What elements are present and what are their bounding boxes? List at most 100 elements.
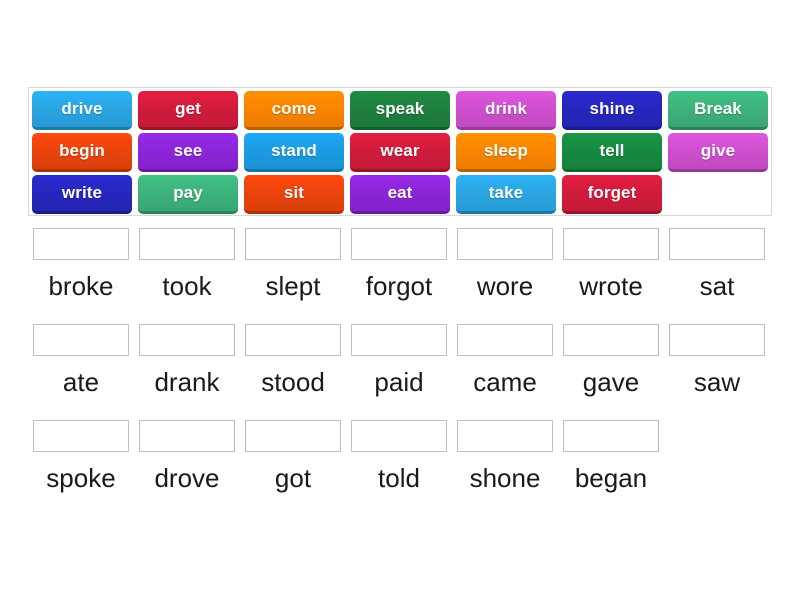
word-tile-label: sit (283, 183, 305, 202)
word-tile-label: speak (375, 99, 425, 118)
answer-label: got (274, 463, 312, 493)
answer-cell: took (134, 228, 240, 324)
answer-cell: broke (28, 228, 134, 324)
answer-cell: stood (240, 324, 346, 420)
word-tile[interactable]: take (456, 175, 556, 214)
answer-label: shone (469, 463, 541, 493)
word-tile[interactable]: drink (456, 91, 556, 130)
word-tile[interactable]: sit (244, 175, 344, 214)
drop-zone[interactable] (139, 228, 235, 260)
drop-zone[interactable] (563, 228, 659, 260)
drop-zone[interactable] (351, 324, 447, 356)
word-tile[interactable]: forget (562, 175, 662, 214)
answer-cell: told (346, 420, 452, 516)
word-tile-label: drink (484, 99, 528, 118)
word-tile[interactable]: speak (350, 91, 450, 130)
drop-zone[interactable] (33, 420, 129, 452)
word-tile[interactable]: come (244, 91, 344, 130)
answer-cell: paid (346, 324, 452, 420)
drop-zone[interactable] (669, 324, 765, 356)
word-tile[interactable]: drive (32, 91, 132, 130)
drop-zone[interactable] (351, 420, 447, 452)
drop-zone[interactable] (669, 228, 765, 260)
word-tile[interactable]: tell (562, 133, 662, 172)
word-tile[interactable]: pay (138, 175, 238, 214)
word-tile[interactable]: eat (350, 175, 450, 214)
word-tile-label: forget (587, 183, 637, 202)
answer-label: began (574, 463, 648, 493)
answer-cell: forgot (346, 228, 452, 324)
answer-label: took (162, 271, 212, 301)
drop-zone[interactable] (245, 228, 341, 260)
answer-label: saw (693, 367, 741, 397)
answer-label: came (473, 367, 537, 397)
word-tile-label: begin (59, 141, 105, 160)
drop-zone[interactable] (245, 324, 341, 356)
word-tile[interactable]: give (668, 133, 768, 172)
word-tile[interactable]: wear (350, 133, 450, 172)
answer-cell: wore (452, 228, 558, 324)
answer-cell: drank (134, 324, 240, 420)
answer-label: gave (582, 367, 640, 397)
word-tile-label: tell (599, 141, 625, 160)
word-tile-label: shine (589, 99, 635, 118)
drop-zone[interactable] (139, 324, 235, 356)
answer-cell: drove (134, 420, 240, 516)
word-tile-label: wear (380, 141, 420, 160)
drop-zone[interactable] (457, 324, 553, 356)
word-tile[interactable]: Break (668, 91, 768, 130)
answer-label: broke (48, 271, 114, 301)
drop-zone[interactable] (139, 420, 235, 452)
answer-label: slept (265, 271, 321, 301)
word-tile[interactable]: see (138, 133, 238, 172)
answer-label: wore (476, 271, 534, 301)
answer-area: broke took slept forgot wore wrote sat a… (28, 228, 772, 516)
drop-zone[interactable] (563, 420, 659, 452)
answer-label: spoke (46, 463, 116, 493)
word-tile[interactable]: write (32, 175, 132, 214)
answer-label: forgot (365, 271, 433, 301)
answer-label: told (378, 463, 420, 493)
tile-row-2: begin see stand wear sleep tell give (32, 133, 768, 174)
answer-cell: wrote (558, 228, 664, 324)
answer-cell: came (452, 324, 558, 420)
word-tile-label: write (61, 183, 103, 202)
answer-label: drove (154, 463, 220, 493)
answer-cell: spoke (28, 420, 134, 516)
answer-label: paid (374, 367, 424, 397)
drop-zone[interactable] (563, 324, 659, 356)
answer-row-1: broke took slept forgot wore wrote sat (28, 228, 772, 324)
word-tile-label: pay (173, 183, 203, 202)
drop-zone[interactable] (33, 228, 129, 260)
word-tile-label: eat (387, 183, 413, 202)
drop-zone[interactable] (33, 324, 129, 356)
answer-cell: slept (240, 228, 346, 324)
tile-row-1: drive get come speak drink shine Break (32, 91, 768, 132)
drop-zone[interactable] (351, 228, 447, 260)
word-tile[interactable]: shine (562, 91, 662, 130)
word-tile-label: get (175, 99, 201, 118)
word-tile-tray: drive get come speak drink shine Break b… (28, 87, 772, 216)
word-tile[interactable]: get (138, 91, 238, 130)
drop-zone[interactable] (245, 420, 341, 452)
word-tile-label: Break (694, 99, 742, 118)
word-tile-label: stand (271, 141, 317, 160)
word-tile-label: see (173, 141, 203, 160)
answer-row-2: ate drank stood paid came gave saw (28, 324, 772, 420)
answer-cell: shone (452, 420, 558, 516)
answer-label: wrote (579, 271, 643, 301)
answer-label: stood (261, 367, 325, 397)
answer-cell: got (240, 420, 346, 516)
tile-slot-empty (668, 175, 768, 214)
drop-zone[interactable] (457, 228, 553, 260)
answer-cell: ate (28, 324, 134, 420)
word-tile[interactable]: sleep (456, 133, 556, 172)
activity-canvas: drive get come speak drink shine Break b… (0, 0, 800, 600)
word-tile[interactable]: begin (32, 133, 132, 172)
drop-zone[interactable] (457, 420, 553, 452)
word-tile[interactable]: stand (244, 133, 344, 172)
answer-row-3: spoke drove got told shone began (28, 420, 772, 516)
answer-label: drank (154, 367, 220, 397)
word-tile-label: drive (61, 99, 103, 118)
answer-label: ate (62, 367, 100, 397)
